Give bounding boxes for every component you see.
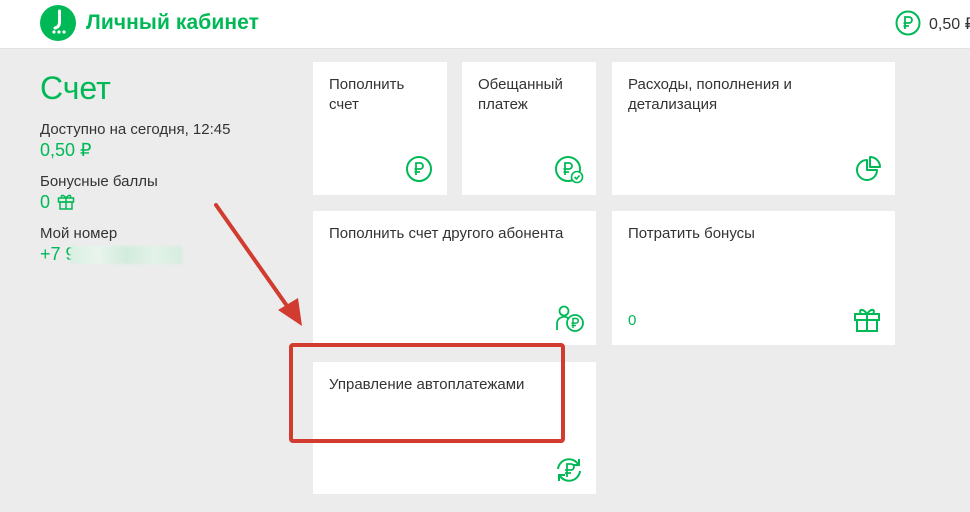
pie-chart-icon bbox=[856, 156, 881, 181]
tile-promised-payment[interactable]: Обещанный платеж bbox=[462, 62, 596, 195]
available-value: 0,50 ₽ bbox=[40, 140, 92, 160]
bonus-label: Бонусные баллы bbox=[40, 173, 158, 190]
ruble-promise-icon bbox=[555, 156, 584, 184]
tile-spend-bonuses-label: Потратить бонусы bbox=[628, 225, 755, 242]
tile-expenses-details-label: Расходы, пополнения и детализация bbox=[628, 76, 792, 113]
tile-spend-bonuses[interactable]: Потратить бонусы 0 bbox=[612, 211, 895, 345]
tile-expenses-details[interactable]: Расходы, пополнения и детализация bbox=[612, 62, 895, 195]
ruble-circle-icon bbox=[406, 156, 432, 182]
tile-top-up-other-label: Пополнить счет другого абонента bbox=[329, 225, 564, 242]
brand-title[interactable]: Личный кабинет bbox=[86, 11, 259, 35]
tile-top-up-other[interactable]: Пополнить счет другого абонента bbox=[313, 211, 596, 345]
number-label: Мой номер bbox=[40, 225, 118, 242]
bonus-value: 0 bbox=[40, 192, 75, 213]
gift-icon bbox=[57, 194, 75, 210]
ruble-autopay-icon bbox=[557, 458, 581, 482]
top-header: Личный кабинет 0,50 ₽ bbox=[0, 0, 970, 49]
page-title: Счет bbox=[40, 70, 111, 106]
tile-promised-payment-label: Обещанный платеж bbox=[478, 76, 563, 113]
tile-top-up[interactable]: Пополнить счет bbox=[313, 62, 447, 195]
ruble-circle-icon bbox=[895, 10, 921, 36]
gift-icon bbox=[854, 308, 880, 332]
tile-top-up-label: Пополнить счет bbox=[329, 76, 405, 113]
header-balance[interactable]: 0,50 ₽ bbox=[929, 14, 970, 34]
person-ruble-icon bbox=[556, 305, 584, 332]
megafon-logo-icon[interactable] bbox=[40, 5, 76, 41]
tile-spend-bonuses-value: 0 bbox=[628, 312, 637, 329]
available-label: Доступно на сегодня, 12:45 bbox=[40, 121, 231, 138]
phone-number-redaction bbox=[70, 246, 182, 264]
annotation-highlight-box bbox=[289, 343, 565, 443]
